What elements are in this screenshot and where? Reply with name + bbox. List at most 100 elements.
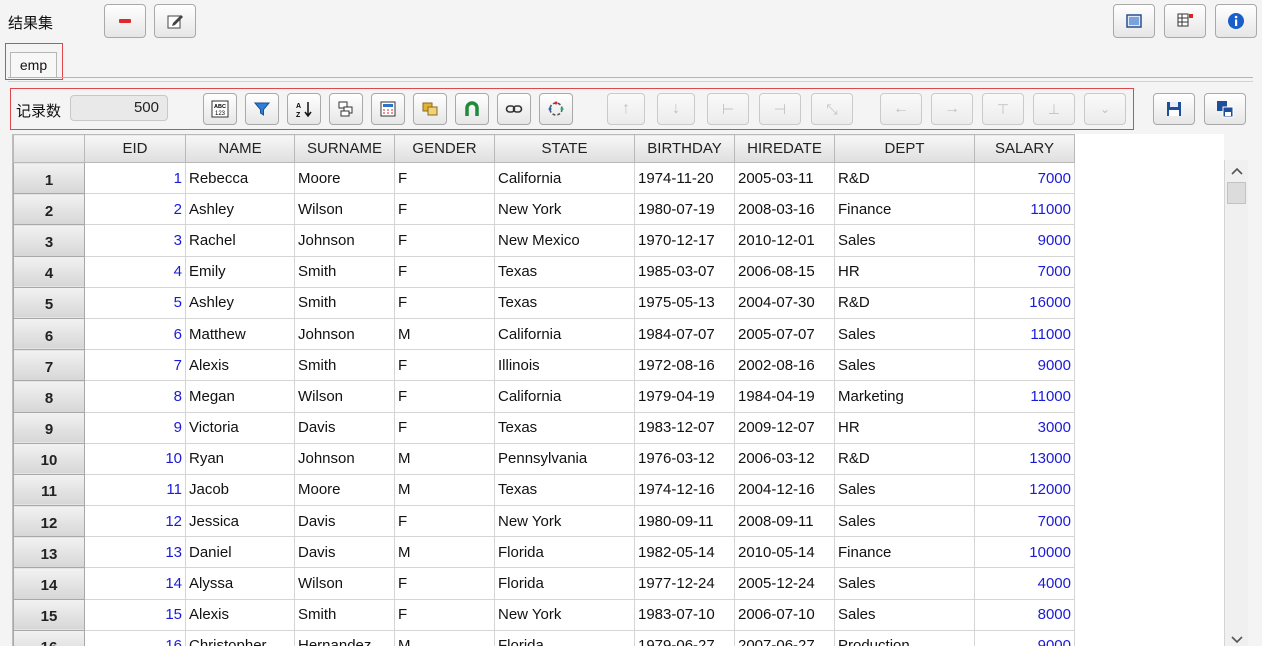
- row-number[interactable]: 2: [13, 193, 85, 226]
- move-up-button[interactable]: ↑: [607, 93, 645, 125]
- table-row[interactable]: 14 14 Alyssa Wilson F Florida 1977-12-24 2005-1…: [13, 567, 1075, 600]
- table-cell[interactable]: 11000: [974, 193, 1075, 226]
- table-cell[interactable]: 4: [84, 255, 186, 288]
- table-cell[interactable]: Smith: [294, 598, 395, 631]
- table-cell[interactable]: California: [494, 317, 635, 351]
- layout-button[interactable]: [1164, 4, 1206, 38]
- table-cell[interactable]: 7000: [974, 255, 1075, 288]
- table-cell[interactable]: Sales: [834, 598, 975, 631]
- table-cell[interactable]: 6: [84, 317, 186, 351]
- column-header[interactable]: BIRTHDAY: [634, 134, 735, 163]
- table-cell[interactable]: 12: [84, 505, 186, 538]
- table-cell[interactable]: Emily: [185, 255, 295, 288]
- outdent-button[interactable]: ⊣: [759, 93, 801, 125]
- table-cell[interactable]: Smith: [294, 255, 395, 288]
- table-cell[interactable]: Texas: [494, 255, 635, 288]
- row-number[interactable]: 10: [13, 442, 85, 475]
- row-number[interactable]: 5: [13, 286, 85, 319]
- table-cell[interactable]: 2010-12-01: [734, 224, 835, 257]
- table-cell[interactable]: Florida: [494, 567, 635, 600]
- group-button[interactable]: [329, 93, 363, 125]
- table-cell[interactable]: 1976-03-12: [634, 442, 735, 475]
- table-cell[interactable]: M: [394, 442, 495, 475]
- table-cell[interactable]: Johnson: [294, 224, 395, 257]
- table-cell[interactable]: 3000: [974, 411, 1075, 444]
- table-cell[interactable]: M: [394, 629, 495, 646]
- sort-button[interactable]: AZ: [287, 93, 321, 125]
- table-cell[interactable]: Megan: [185, 380, 295, 413]
- table-cell[interactable]: Sales: [834, 317, 975, 351]
- table-cell[interactable]: Victoria: [185, 411, 295, 444]
- link-button[interactable]: [497, 93, 531, 125]
- table-cell[interactable]: 8000: [974, 598, 1075, 631]
- table-cell[interactable]: 15: [84, 598, 186, 631]
- merge-button[interactable]: [455, 93, 489, 125]
- table-cell[interactable]: Marketing: [834, 380, 975, 413]
- row-number[interactable]: 4: [13, 255, 85, 288]
- save-button[interactable]: [1153, 93, 1195, 125]
- table-cell[interactable]: 4000: [974, 567, 1075, 600]
- table-cell[interactable]: New Mexico: [494, 224, 635, 257]
- table-cell[interactable]: 1980-09-11: [634, 505, 735, 538]
- row-number[interactable]: 13: [13, 536, 85, 569]
- table-row[interactable]: 2 2 Ashley Wilson F New York 1980-07-19 2008-03…: [13, 193, 1075, 226]
- table-cell[interactable]: Daniel: [185, 536, 295, 569]
- table-cell[interactable]: Texas: [494, 473, 635, 507]
- table-cell[interactable]: 2005-03-11: [734, 161, 835, 195]
- table-cell[interactable]: California: [494, 380, 635, 413]
- table-cell[interactable]: 8: [84, 380, 186, 413]
- table-cell[interactable]: F: [394, 286, 495, 319]
- table-cell[interactable]: 2010-05-14: [734, 536, 835, 569]
- table-cell[interactable]: 3: [84, 224, 186, 257]
- table-cell[interactable]: 1984-04-19: [734, 380, 835, 413]
- row-number[interactable]: 3: [13, 224, 85, 257]
- table-cell[interactable]: Davis: [294, 411, 395, 444]
- table-cell[interactable]: 1972-08-16: [634, 349, 735, 382]
- table-cell[interactable]: 1983-12-07: [634, 411, 735, 444]
- table-cell[interactable]: 2002-08-16: [734, 349, 835, 382]
- table-cell[interactable]: 7000: [974, 161, 1075, 195]
- info-button[interactable]: [1215, 4, 1257, 38]
- table-cell[interactable]: Smith: [294, 286, 395, 319]
- table-cell[interactable]: 1974-11-20: [634, 161, 735, 195]
- table-cell[interactable]: 11000: [974, 317, 1075, 351]
- column-header[interactable]: NAME: [185, 134, 295, 163]
- table-cell[interactable]: Hernandez: [294, 629, 395, 646]
- table-row[interactable]: 5 5 Ashley Smith F Texas 1975-05-13 2004-07-30 R…: [13, 286, 1075, 319]
- table-cell[interactable]: 7: [84, 349, 186, 382]
- table-cell[interactable]: 13000: [974, 442, 1075, 475]
- table-cell[interactable]: 12000: [974, 473, 1075, 507]
- table-row[interactable]: 11 11 Jacob Moore M Texas 1974-12-16 2004-12-16…: [13, 473, 1075, 507]
- table-cell[interactable]: Wilson: [294, 567, 395, 600]
- table-cell[interactable]: 1970-12-17: [634, 224, 735, 257]
- table-cell[interactable]: Wilson: [294, 380, 395, 413]
- row-number[interactable]: 7: [13, 349, 85, 382]
- refresh-button[interactable]: [539, 93, 573, 125]
- table-cell[interactable]: Davis: [294, 536, 395, 569]
- table-cell[interactable]: 1974-12-16: [634, 473, 735, 507]
- table-row[interactable]: 13 13 Daniel Davis M Florida 1982-05-14 2010-05…: [13, 536, 1075, 569]
- table-cell[interactable]: 9000: [974, 224, 1075, 257]
- column-header[interactable]: DEPT: [834, 134, 975, 163]
- table-cell[interactable]: F: [394, 193, 495, 226]
- table-cell[interactable]: 9: [84, 411, 186, 444]
- window-button[interactable]: [1113, 4, 1155, 38]
- table-cell[interactable]: Texas: [494, 286, 635, 319]
- table-row[interactable]: 10 10 Ryan Johnson M Pennsylvania 1976-03-12 20…: [13, 442, 1075, 475]
- row-number-header[interactable]: [13, 134, 85, 163]
- table-cell[interactable]: R&D: [834, 286, 975, 319]
- table-cell[interactable]: 9000: [974, 629, 1075, 646]
- expand-button[interactable]: ⤡: [811, 93, 853, 125]
- table-cell[interactable]: Florida: [494, 629, 635, 646]
- table-row[interactable]: 3 3 Rachel Johnson F New Mexico 1970-12-17 2010…: [13, 224, 1075, 257]
- table-cell[interactable]: F: [394, 255, 495, 288]
- table-cell[interactable]: Sales: [834, 505, 975, 538]
- table-cell[interactable]: 1977-12-24: [634, 567, 735, 600]
- table-cell[interactable]: Florida: [494, 536, 635, 569]
- table-cell[interactable]: F: [394, 505, 495, 538]
- table-cell[interactable]: 9000: [974, 349, 1075, 382]
- table-cell[interactable]: 5: [84, 286, 186, 319]
- column-header[interactable]: HIREDATE: [734, 134, 835, 163]
- table-cell[interactable]: Davis: [294, 505, 395, 538]
- table-cell[interactable]: 1975-05-13: [634, 286, 735, 319]
